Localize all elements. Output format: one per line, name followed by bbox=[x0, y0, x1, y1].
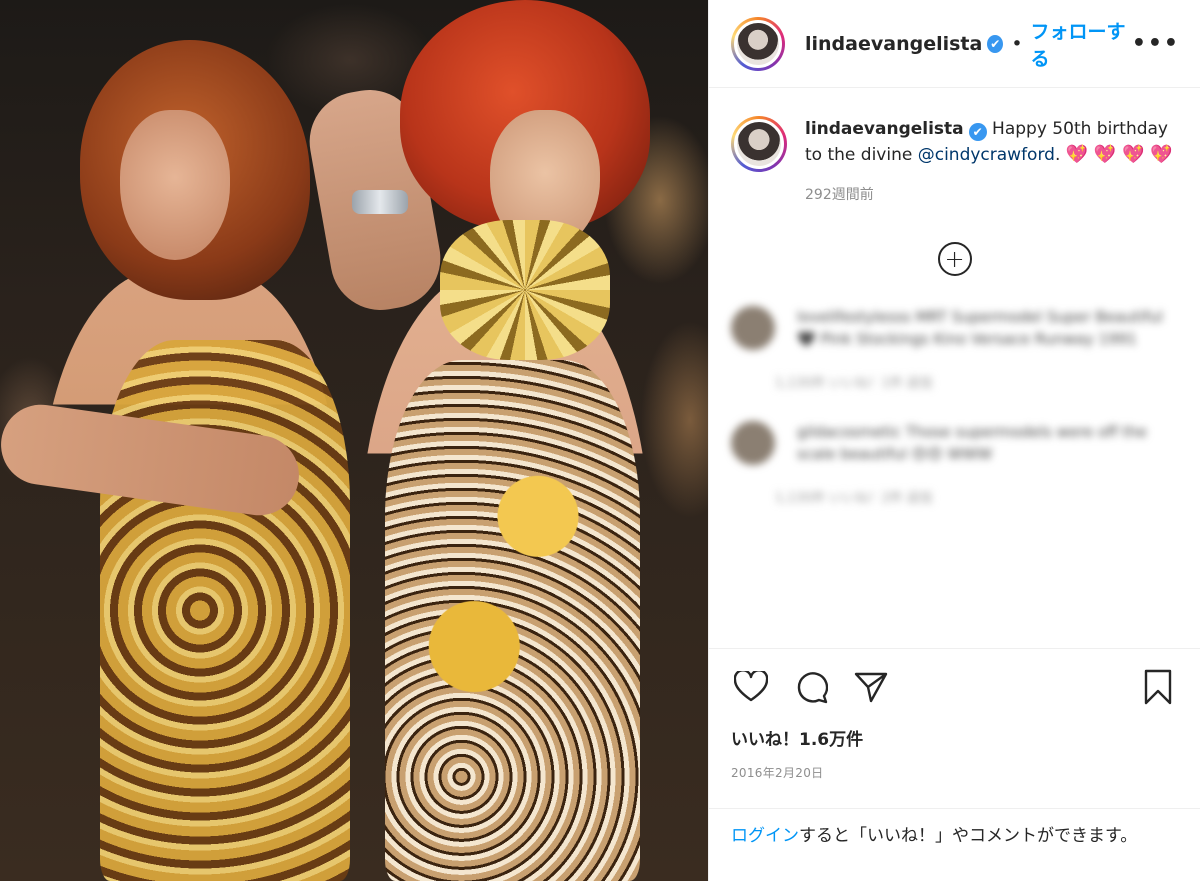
verified-badge-icon: ✔ bbox=[987, 34, 1004, 53]
caption-username[interactable]: lindaevangelista bbox=[805, 119, 964, 139]
action-bar: いいね！1.6万件 2016年2月20日 bbox=[709, 648, 1200, 781]
caption-timestamp[interactable]: 292週間前 bbox=[805, 182, 1178, 208]
post-side-panel: lindaevangelista ✔ • フォローする ••• lindaeva… bbox=[708, 0, 1200, 881]
login-prompt-text: すると「いいね！」やコメントができます。 bbox=[799, 826, 1138, 846]
comment-meta[interactable]: 1,130件 いいね！1件 返信 bbox=[775, 372, 1178, 391]
photo-figure-right-necklace bbox=[440, 220, 610, 360]
author-username[interactable]: lindaevangelista bbox=[805, 33, 982, 55]
photo-figure-watch bbox=[352, 190, 408, 214]
photo-figure-right-dress bbox=[385, 360, 640, 881]
comment-avatar[interactable] bbox=[731, 306, 775, 350]
follow-button[interactable]: フォローする bbox=[1031, 17, 1132, 71]
post-photo[interactable] bbox=[0, 0, 708, 881]
heart-emoji: 💖 💖 💖 💖 bbox=[1065, 144, 1173, 165]
mention-link[interactable]: @cindycrawford bbox=[918, 145, 1055, 165]
post-date[interactable]: 2016年2月20日 bbox=[731, 764, 1178, 781]
caption: lindaevangelista ✔ Happy 50th birthday to… bbox=[709, 88, 1200, 208]
login-link[interactable]: ログイン bbox=[731, 826, 799, 846]
comment-item: lovelifestylesss MRT Supermodel Super Be… bbox=[709, 306, 1200, 391]
bookmark-icon[interactable] bbox=[1138, 667, 1178, 707]
more-options-icon[interactable]: ••• bbox=[1132, 31, 1180, 56]
header-separator: • bbox=[1011, 32, 1023, 55]
share-icon[interactable] bbox=[851, 667, 891, 707]
likes-count[interactable]: いいね！1.6万件 bbox=[731, 725, 1178, 750]
post-header: lindaevangelista ✔ • フォローする ••• bbox=[709, 0, 1200, 88]
caption-text-end: . bbox=[1054, 145, 1066, 165]
comment-item: gildacosmetic Those supermodels were off… bbox=[709, 421, 1200, 506]
caption-verified-icon: ✔ bbox=[968, 123, 987, 141]
caption-avatar[interactable] bbox=[731, 116, 787, 172]
login-prompt: ログインすると「いいね！」やコメントができます。 bbox=[709, 808, 1200, 849]
comment-icon[interactable] bbox=[791, 667, 831, 707]
comment-meta[interactable]: 1,130件 いいね！2件 返信 bbox=[775, 487, 1178, 506]
comment-text: lovelifestylesss MRT Supermodel Super Be… bbox=[797, 308, 1163, 348]
photo-figure-left-face bbox=[120, 110, 230, 260]
load-more-comments-icon[interactable]: + bbox=[937, 242, 972, 276]
comment-avatar[interactable] bbox=[731, 421, 775, 465]
caption-body: lindaevangelista ✔ Happy 50th birthday to… bbox=[805, 116, 1178, 208]
comment-text: gildacosmetic Those supermodels were off… bbox=[797, 423, 1147, 463]
heart-icon[interactable] bbox=[731, 667, 771, 707]
author-avatar[interactable] bbox=[731, 16, 785, 71]
